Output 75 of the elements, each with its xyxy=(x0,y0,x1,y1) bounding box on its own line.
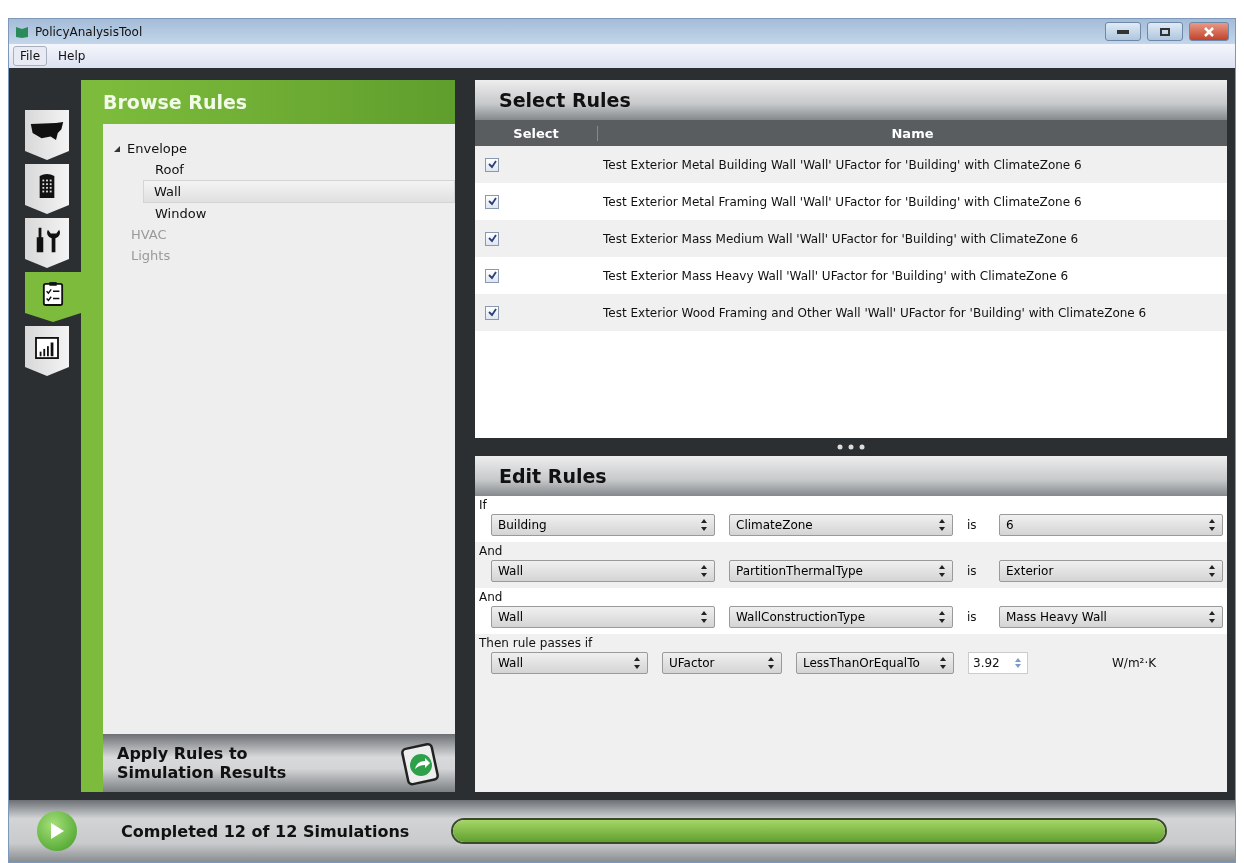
object-dropdown[interactable]: Wall xyxy=(491,560,715,582)
close-icon xyxy=(1204,26,1214,37)
updown-icon xyxy=(700,610,708,624)
rule-name: Test Exterior Mass Medium Wall 'Wall' UFactor for 'Building' with ClimateZone 6 xyxy=(603,231,1079,246)
checklist-icon xyxy=(42,281,64,307)
updown-icon xyxy=(700,518,708,532)
status-text: Completed 12 of 12 Simulations xyxy=(121,821,411,841)
operator-label: is xyxy=(967,518,978,532)
updown-icon xyxy=(938,564,946,578)
updown-icon xyxy=(1208,564,1216,578)
spin-arrows-icon xyxy=(1013,656,1023,670)
clipboard-arrow-icon xyxy=(401,740,441,786)
minimize-icon xyxy=(1117,29,1129,34)
updown-icon xyxy=(938,518,946,532)
value-dropdown[interactable]: 6 xyxy=(999,514,1223,536)
nav-tab[interactable] xyxy=(25,110,69,160)
checkbox[interactable] xyxy=(485,231,499,246)
checkbox[interactable] xyxy=(485,305,499,320)
property-dropdown[interactable]: PartitionThermalType xyxy=(729,560,953,582)
condition-label: And xyxy=(479,590,504,604)
condition-label: And xyxy=(479,544,504,558)
updown-icon xyxy=(633,656,641,670)
unit-label: W/m²·K xyxy=(1112,656,1157,670)
play-icon xyxy=(49,822,65,840)
value-spinbox[interactable]: 3.92 xyxy=(968,652,1028,674)
updown-icon xyxy=(700,564,708,578)
rule-name: Test Exterior Wood Framing and Other Wall 'Wall' UFactor for 'Building' with ClimateZone 6 xyxy=(603,305,1147,320)
object-dropdown[interactable]: Wall xyxy=(491,606,715,628)
book-icon xyxy=(15,24,29,39)
condition-label: If xyxy=(479,498,488,512)
updown-icon xyxy=(939,656,947,670)
updown-icon xyxy=(767,656,775,670)
operator-label: is xyxy=(967,564,978,578)
updown-icon xyxy=(938,610,946,624)
panel-title: Browse Rules xyxy=(103,91,248,113)
menu-item[interactable]: Help xyxy=(51,46,93,66)
tree-item[interactable]: Window xyxy=(145,203,455,224)
condition-label: Then rule passes if xyxy=(479,636,594,650)
apply-rules-button[interactable]: Apply Rules to Simulation Results xyxy=(103,734,455,792)
close-button[interactable] xyxy=(1189,22,1229,41)
menu-item[interactable]: File xyxy=(13,46,48,66)
play-button[interactable] xyxy=(37,811,77,851)
window-title: PolicyAnalysisTool xyxy=(35,24,144,39)
bar-chart-icon xyxy=(35,337,59,359)
tree-item[interactable]: Envelope xyxy=(113,138,455,159)
operator-label: is xyxy=(967,610,978,624)
object-dropdown[interactable]: Wall xyxy=(491,652,648,674)
checkbox[interactable] xyxy=(485,194,499,209)
property-dropdown[interactable]: WallConstructionType xyxy=(729,606,953,628)
value-dropdown[interactable]: Mass Heavy Wall xyxy=(999,606,1223,628)
maximize-button[interactable] xyxy=(1147,22,1183,41)
column-header: Select xyxy=(475,125,598,141)
rule-name: Test Exterior Metal Building Wall 'Wall' UFactor for 'Building' with ClimateZone 6 xyxy=(603,157,1082,172)
splitter-handle-icon[interactable] xyxy=(836,444,866,450)
property-dropdown[interactable]: ClimateZone xyxy=(729,514,953,536)
operator-dropdown[interactable]: LessThanOrEqualTo xyxy=(796,652,954,674)
updown-icon xyxy=(1208,518,1216,532)
value-dropdown[interactable]: Exterior xyxy=(999,560,1223,582)
checkbox[interactable] xyxy=(485,268,499,283)
tree-item[interactable]: Wall xyxy=(143,180,455,203)
minimize-button[interactable] xyxy=(1105,22,1141,41)
panel-title: Edit Rules xyxy=(499,465,607,487)
panel-title: Select Rules xyxy=(499,89,631,111)
rule-name: Test Exterior Metal Framing Wall 'Wall' UFactor for 'Building' with ClimateZone 6 xyxy=(603,194,1082,209)
object-dropdown[interactable]: Building xyxy=(491,514,715,536)
updown-icon xyxy=(1208,610,1216,624)
checkbox[interactable] xyxy=(485,157,499,172)
property-dropdown[interactable]: UFactor xyxy=(662,652,782,674)
nav-tab[interactable] xyxy=(25,326,69,376)
maximize-icon xyxy=(1160,27,1170,36)
column-header: Name xyxy=(890,125,935,141)
nav-tab[interactable] xyxy=(25,164,69,214)
rule-name: Test Exterior Mass Heavy Wall 'Wall' UFactor for 'Building' with ClimateZone 6 xyxy=(603,268,1069,283)
nav-tab[interactable] xyxy=(25,218,69,268)
tree-item[interactable]: Roof xyxy=(145,159,455,180)
